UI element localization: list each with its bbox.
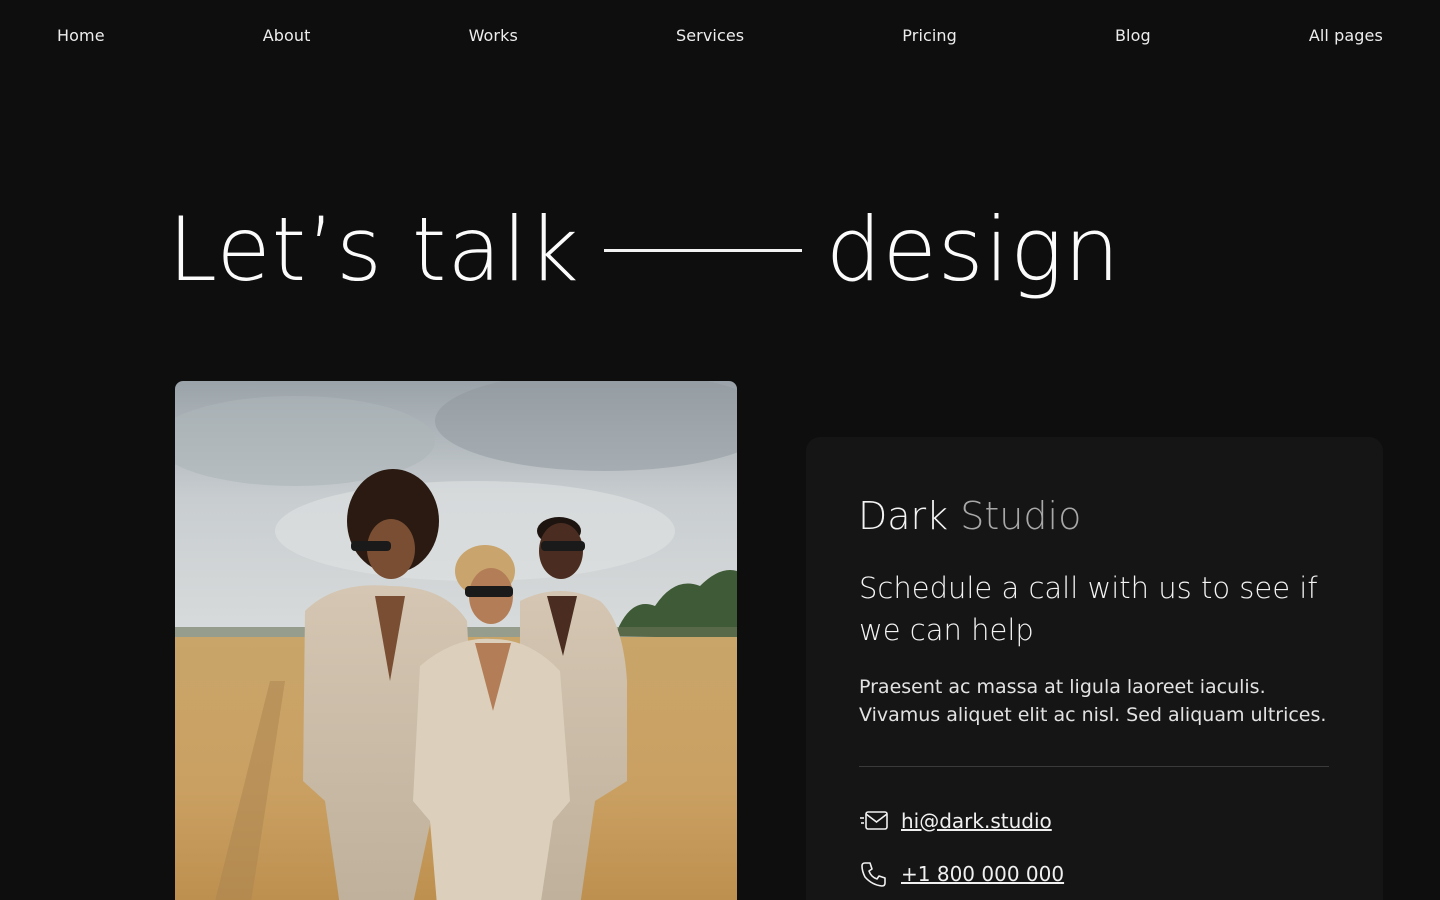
email-text: hi@dark.studio [901,809,1052,833]
nav-pricing-link[interactable]: Pricing [902,26,957,45]
hero-divider-line [603,248,802,252]
card-divider [859,766,1329,767]
card-description: Praesent ac massa at ligula laoreet iacu… [859,673,1329,729]
email-link[interactable]: hi@dark.studio [859,806,1052,836]
nav-about-link[interactable]: About [263,26,311,45]
top-nav: Home About Works Services Pricing Blog A… [0,0,1440,70]
hero-right-text: design [825,198,1121,301]
nav-blog-link[interactable]: Blog [1115,26,1151,45]
brand-name: Dark Studio [858,494,1081,538]
card-headline: Schedule a call with us to see if we can… [859,571,1318,647]
nav-works-link[interactable]: Works [469,26,518,45]
phone-link[interactable]: +1 800 000 000 [859,859,1064,889]
nav-home-link[interactable]: Home [57,26,105,45]
page: Home About Works Services Pricing Blog A… [0,0,1440,900]
nav-all-pages-link[interactable]: All pages [1309,26,1383,45]
hero-heading: Let’s talk design [168,195,1121,305]
brand-primary: Dark [858,494,949,538]
team-photo [175,381,737,900]
hero-left-text: Let’s talk [168,198,580,301]
description-line-1: Praesent ac massa at ligula laoreet iacu… [859,676,1266,698]
phone-icon [859,859,889,889]
brand-secondary: Studio [960,494,1082,538]
phone-text: +1 800 000 000 [901,862,1065,886]
contact-card: Dark Studio Schedule a call with us to s… [806,437,1383,900]
mail-icon [859,806,889,836]
nav-services-link[interactable]: Services [676,26,744,45]
description-line-2: Vivamus aliquet elit ac nisl. Sed aliqua… [859,704,1327,726]
